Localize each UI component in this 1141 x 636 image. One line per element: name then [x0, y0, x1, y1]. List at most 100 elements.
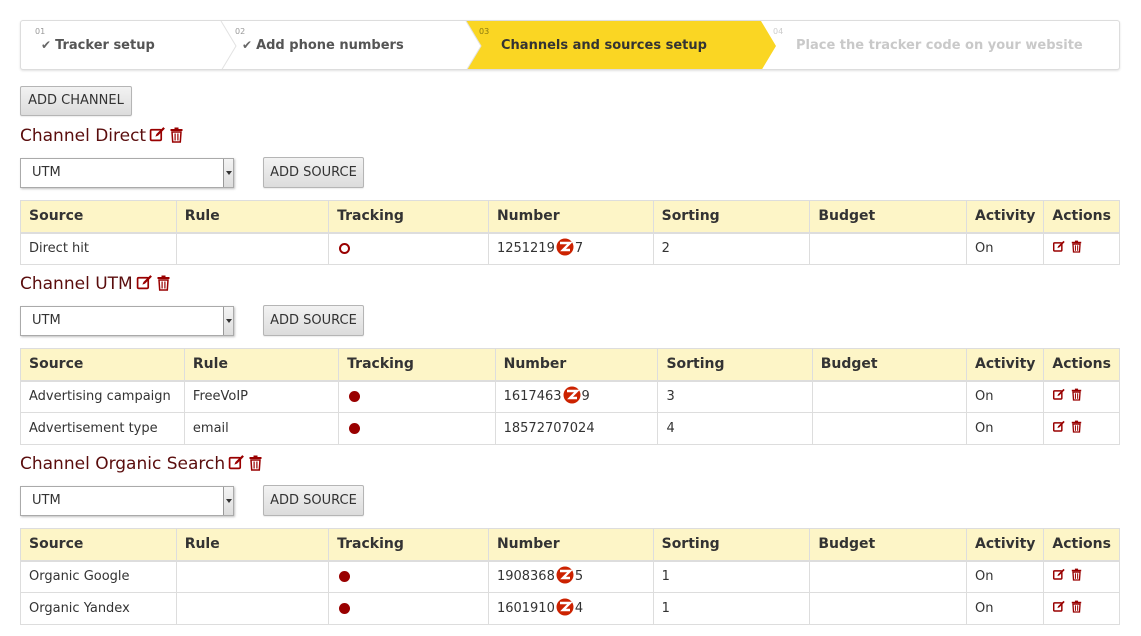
tracking-cell: [328, 592, 489, 625]
trash-icon[interactable]: [169, 127, 184, 148]
channel-title-text: Channel UTM: [20, 274, 133, 294]
actions-cell: [1043, 592, 1120, 625]
column-header: Tracking: [328, 200, 489, 234]
tracking-off-icon[interactable]: [339, 243, 351, 255]
chevron-down-icon: [223, 159, 233, 187]
add-source-button[interactable]: ADD SOURCE: [263, 485, 364, 516]
column-header: Source: [20, 200, 177, 234]
channel-title: Channel Organic Search: [20, 454, 263, 476]
number-part: 7: [574, 240, 584, 256]
sources-table: Source Rule Tracking Number Sorting Budget Act…: [20, 348, 1120, 445]
add-channel-button[interactable]: ADD CHANNEL: [20, 86, 132, 116]
sorting-cell: 2: [652, 232, 811, 265]
select-value: UTM: [32, 493, 61, 508]
channel-title-text: Channel Direct: [20, 126, 147, 146]
number-part: 1251219: [496, 240, 555, 256]
zadarma-logo-icon: [561, 386, 583, 408]
column-header: Rule: [183, 348, 340, 382]
column-header: Activity: [966, 200, 1045, 234]
tracking-on-icon[interactable]: [339, 571, 351, 583]
number-part: 1617463: [503, 388, 562, 404]
step-number: 02: [235, 27, 246, 36]
tracking-cell: [328, 560, 489, 593]
step-number: 01: [35, 27, 46, 36]
rule-cell: [175, 560, 330, 593]
sources-table: Source Rule Tracking Number Sorting Budget Act…: [20, 200, 1120, 265]
zadarma-logo-icon: [554, 238, 576, 260]
number-cell: 1251219 7: [487, 232, 654, 265]
source-cell: Advertisement type: [20, 412, 185, 445]
channel-title-text: Channel Organic Search: [20, 454, 226, 474]
table-row: Advertisement type email 18572707024 4 O…: [20, 412, 1120, 445]
trash-icon[interactable]: [1071, 388, 1082, 405]
trash-icon[interactable]: [248, 455, 263, 476]
sorting-cell: 1: [652, 560, 811, 593]
actions-cell: [1043, 232, 1120, 265]
table-header: Source Rule Tracking Number Sorting Budget Act…: [20, 348, 1120, 382]
add-source-button[interactable]: ADD SOURCE: [263, 305, 364, 336]
select-value: UTM: [32, 313, 61, 328]
tracking-cell: [338, 412, 496, 445]
trash-icon[interactable]: [1071, 420, 1082, 437]
tracking-cell: [338, 380, 496, 413]
sorting-cell: 3: [657, 380, 813, 413]
number-part: 1601910: [496, 600, 555, 616]
add-source-button[interactable]: ADD SOURCE: [263, 157, 364, 188]
zadarma-logo-icon: [554, 566, 576, 588]
wizard-steps: 01 ✔ Tracker setup 02 ✔ Add phone numbers …: [20, 20, 1120, 70]
rule-cell: [175, 232, 330, 265]
column-header: Activity: [966, 528, 1045, 562]
activity-cell: On: [966, 592, 1045, 625]
number-part: 5: [574, 568, 584, 584]
edit-icon[interactable]: [136, 274, 153, 296]
budget-cell: [811, 412, 968, 445]
number-part: 18572707024: [503, 421, 595, 436]
activity-cell: On: [966, 560, 1045, 593]
chevron-down-icon: [223, 487, 233, 515]
tracking-on-icon[interactable]: [349, 391, 361, 403]
column-header: Rule: [175, 528, 330, 562]
step-label: Channels and sources setup: [501, 38, 707, 53]
sorting-cell: 4: [657, 412, 813, 445]
actions-cell: [1043, 412, 1120, 445]
edit-icon[interactable]: [1052, 420, 1066, 437]
edit-icon[interactable]: [228, 454, 245, 476]
budget-cell: [809, 232, 968, 265]
trash-icon[interactable]: [1071, 568, 1082, 585]
column-header: Budget: [809, 528, 968, 562]
zadarma-logo-icon: [554, 598, 576, 620]
column-header: Activity: [966, 348, 1045, 382]
table-header: Source Rule Tracking Number Sorting Budget Act…: [20, 200, 1120, 234]
channel-title: Channel UTM: [20, 274, 171, 296]
column-header: Actions: [1043, 528, 1120, 562]
edit-icon[interactable]: [1052, 600, 1066, 617]
source-type-select[interactable]: UTM: [20, 486, 234, 516]
source-cell: Advertising campaign: [20, 380, 185, 413]
trash-icon[interactable]: [1071, 600, 1082, 617]
edit-icon[interactable]: [1052, 568, 1066, 585]
number-part: 9: [581, 388, 590, 404]
column-header: Actions: [1043, 200, 1120, 234]
source-type-select[interactable]: UTM: [20, 306, 234, 336]
activity-cell: On: [966, 380, 1045, 413]
trash-icon[interactable]: [156, 275, 171, 296]
table-row: Advertising campaign FreeVoIP 1617463 9 3…: [20, 380, 1120, 413]
edit-icon[interactable]: [1052, 240, 1066, 257]
check-icon: ✔: [41, 38, 52, 52]
chevron-down-icon: [223, 307, 233, 335]
number-cell: 1617463 9: [494, 380, 659, 413]
trash-icon[interactable]: [1071, 240, 1082, 257]
tracking-on-icon[interactable]: [349, 423, 361, 434]
edit-icon[interactable]: [1052, 388, 1066, 405]
rule-cell: FreeVoIP: [183, 380, 340, 413]
select-value: UTM: [32, 165, 61, 180]
source-type-select[interactable]: UTM: [20, 158, 234, 188]
edit-icon[interactable]: [149, 126, 166, 148]
tracking-on-icon[interactable]: [339, 603, 351, 614]
column-header: Tracking: [338, 348, 496, 382]
channel-title: Channel Direct: [20, 126, 184, 148]
step-label: Place the tracker code on your website: [796, 38, 1083, 53]
table-row: Direct hit 1251219 7 2 On: [20, 232, 1120, 265]
budget-cell: [811, 380, 968, 413]
actions-cell: [1043, 560, 1120, 593]
